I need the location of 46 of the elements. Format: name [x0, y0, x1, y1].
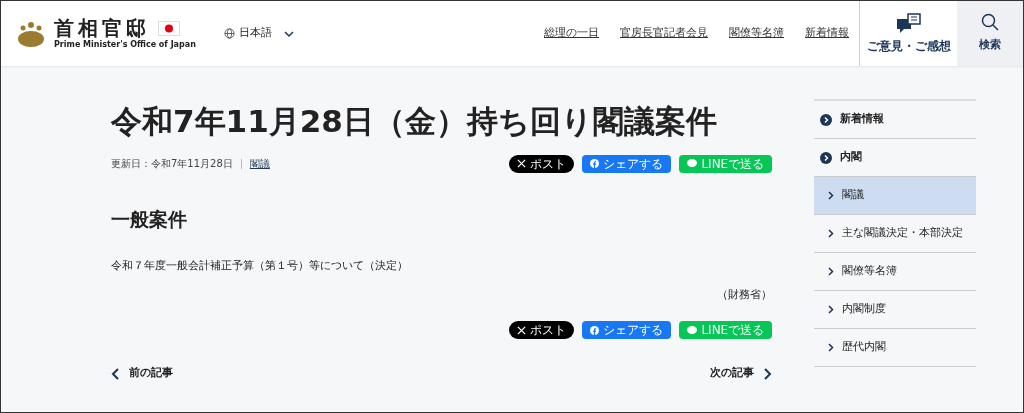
next-article-link[interactable]: 次の記事 — [710, 365, 773, 382]
site-logo-subtitle: Prime Minister's Office of Japan — [54, 41, 196, 49]
flag-icon — [158, 20, 180, 36]
chevron-circle-icon — [820, 151, 833, 164]
section-heading: 一般案件 — [111, 206, 188, 232]
chevron-circle-icon — [820, 113, 833, 126]
x-logo-icon — [517, 325, 527, 335]
search-icon — [981, 13, 999, 32]
facebook-icon — [590, 159, 600, 169]
nav-link[interactable]: 新着情報 — [805, 25, 849, 42]
chevron-down-icon — [283, 29, 294, 38]
x-logo-icon — [517, 159, 527, 169]
globe-icon — [223, 28, 235, 39]
chat-bubble-icon — [687, 159, 698, 169]
chevron-right-icon — [828, 305, 835, 314]
chevron-right-icon — [762, 367, 773, 380]
sidebar-item[interactable]: 閣議 — [814, 177, 976, 215]
chevron-right-icon — [828, 229, 835, 238]
nav-link[interactable]: 閣僚等名簿 — [729, 25, 784, 42]
chevron-left-icon — [111, 367, 121, 380]
language-selector[interactable]: 日本語 — [223, 25, 294, 42]
sidebar-item[interactable]: 内閣制度 — [814, 291, 976, 329]
chevron-right-icon — [828, 343, 835, 352]
previous-article-link[interactable]: 前の記事 — [111, 365, 173, 382]
chevron-right-icon — [828, 191, 835, 200]
post-button[interactable]: ポスト — [509, 154, 575, 173]
updated-date: 更新日：令和7年11月28日 — [111, 157, 233, 172]
sidebar-item[interactable]: 歴代内閣 — [814, 329, 976, 367]
facebook-icon — [590, 325, 600, 335]
share-button[interactable]: シェアする — [582, 321, 672, 340]
category-link[interactable]: 閣議 — [249, 156, 270, 172]
speech-bubbles-icon — [895, 12, 922, 33]
agenda-item: 令和７年度一般会計補正予算（第１号）等について（決定） — [111, 258, 409, 275]
nav-link[interactable]: 官房長官記者会見 — [620, 25, 708, 42]
site-logo-title: 首相官邸 — [54, 18, 150, 38]
search-button[interactable]: 検索 — [957, 1, 1023, 66]
chat-bubble-icon — [687, 325, 698, 335]
sidebar-item[interactable]: 主な閣議決定・本部決定 — [814, 215, 976, 253]
post-button[interactable]: ポスト — [509, 321, 575, 340]
share-button[interactable]: シェアする — [582, 154, 672, 173]
nav-link[interactable]: 総理の一日 — [544, 25, 599, 42]
sidebar-item[interactable]: 閣僚等名簿 — [814, 253, 976, 291]
ministry-label: （財務省） — [717, 286, 773, 303]
page-title: 令和7年11月28日（金）持ち回り閣議案件 — [111, 102, 718, 141]
chevron-right-icon — [828, 267, 835, 276]
sidebar-item[interactable]: 新着情報 — [814, 101, 976, 139]
